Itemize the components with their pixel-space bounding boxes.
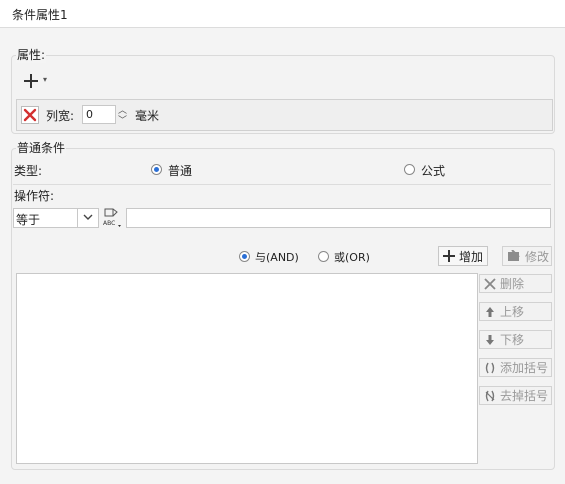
divider (13, 184, 551, 185)
chevron-down-icon[interactable] (82, 211, 94, 226)
arrow-down-icon (486, 334, 494, 345)
type-normal-label: 普通 (168, 164, 193, 178)
value-type-button[interactable]: ABC (102, 207, 124, 229)
type-option-formula[interactable]: 公式 (404, 162, 464, 178)
svg-text:ABC: ABC (103, 220, 115, 227)
window-title: 条件属性1 (12, 8, 68, 22)
arrow-up-icon (486, 306, 494, 317)
dropdown-arrow-icon: ▾ (43, 75, 48, 84)
conditions-legend: 普通条件 (16, 139, 67, 156)
remove-bracket-icon (485, 390, 495, 401)
delete-icon (484, 277, 496, 290)
logic-and-label: 与(AND) (255, 251, 299, 264)
column-width-value: 0 (86, 108, 93, 121)
logic-option-and[interactable]: 与(AND) (239, 249, 309, 265)
add-bracket-label: 添加括号 (500, 361, 549, 375)
type-option-normal[interactable]: 普通 (151, 162, 211, 178)
plus-icon (24, 74, 38, 88)
move-down-button[interactable]: 下移 (479, 330, 552, 349)
move-down-label: 下移 (500, 333, 525, 347)
operator-label: 操作符: (14, 189, 55, 203)
logic-or-label: 或(OR) (334, 251, 370, 264)
add-button[interactable]: 增加 (438, 246, 488, 266)
delete-button-label: 删除 (500, 277, 525, 291)
column-width-stepper[interactable]: ︿ ﹀ (116, 105, 130, 126)
move-up-label: 上移 (500, 305, 525, 319)
add-button-label: 增加 (459, 249, 484, 264)
delete-button[interactable]: 删除 (479, 274, 552, 293)
operator-select[interactable]: 等于 (13, 208, 99, 228)
select-divider (77, 209, 78, 227)
add-bracket-button[interactable]: 添加括号 (479, 358, 552, 377)
operator-value: 等于 (16, 213, 41, 227)
condition-value-input[interactable] (126, 208, 551, 228)
attributes-legend: 属性: (16, 46, 47, 63)
modify-button[interactable]: 修改 (502, 246, 552, 266)
type-formula-label: 公式 (421, 164, 446, 178)
delete-attribute-icon[interactable] (21, 106, 39, 124)
edit-icon (508, 250, 520, 261)
modify-button-label: 修改 (525, 249, 550, 264)
radio-and[interactable] (239, 251, 250, 262)
text-value-icon: ABC (103, 208, 121, 227)
plus-icon (443, 250, 455, 262)
add-attribute-button[interactable]: ▾ (22, 71, 54, 91)
move-up-button[interactable]: 上移 (479, 302, 552, 321)
condition-list[interactable] (16, 273, 478, 464)
remove-bracket-button[interactable]: 去掉括号 (479, 386, 552, 405)
radio-formula[interactable] (404, 164, 415, 175)
remove-bracket-label: 去掉括号 (500, 389, 549, 403)
column-width-input[interactable]: 0 (82, 105, 116, 124)
radio-normal[interactable] (151, 164, 162, 175)
bracket-icon (485, 362, 495, 373)
spin-down-icon[interactable]: ﹀ (118, 113, 127, 126)
column-width-label: 列宽: (46, 109, 75, 123)
type-label: 类型: (14, 164, 43, 178)
title-bar: 条件属性1 (0, 0, 565, 28)
radio-or[interactable] (318, 251, 329, 262)
unit-label: 毫米 (135, 109, 160, 123)
logic-option-or[interactable]: 或(OR) (318, 249, 378, 265)
